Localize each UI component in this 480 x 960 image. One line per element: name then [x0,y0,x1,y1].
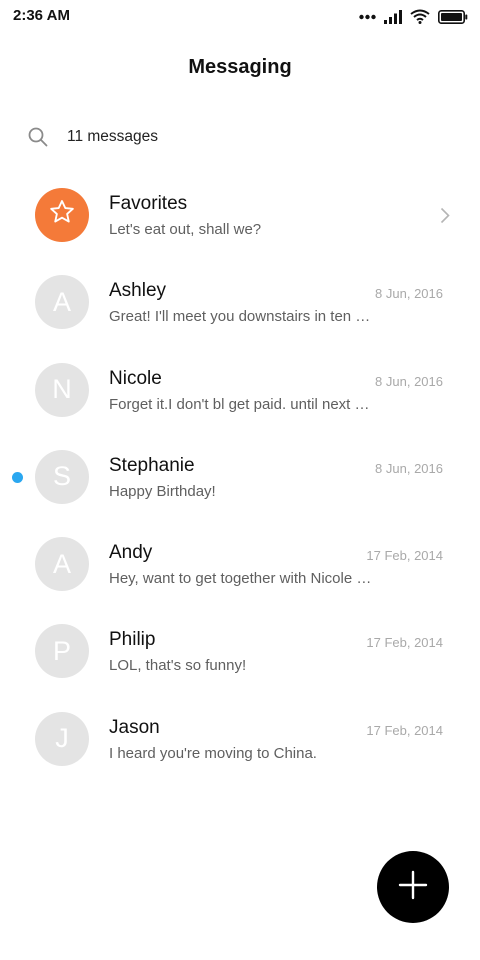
conversation-preview: Happy Birthday! [109,482,216,500]
conversation-ashley[interactable]: A Ashley 8 Jun, 2016 Great! I'll meet yo… [0,260,480,347]
conversation-philip[interactable]: P Philip 17 Feb, 2014 LOL, that's so fun… [0,609,480,696]
conversation-preview: Let's eat out, shall we? [109,221,262,238]
conversation-preview: Hey, want to get together with Nicole … [109,570,372,588]
plus-icon [398,870,428,905]
search-icon [28,127,48,147]
wifi-icon [410,9,430,24]
conversation-name: Stephanie [109,454,195,476]
conversation-favorites[interactable]: Favorites Let's eat out, shall we? [0,173,480,260]
conversation-preview: LOL, that's so funny! [109,657,247,675]
avatar: J [35,711,89,766]
conversation-date: 17 Feb, 2014 [366,548,443,564]
conversation-name: Philip [109,629,156,651]
conversation-date: 17 Feb, 2014 [366,635,443,651]
conversation-date: 8 Jun, 2016 [375,286,443,302]
conversation-nicole[interactable]: N Nicole 8 Jun, 2016 Forget it.I don't b… [0,348,480,435]
conversation-date: 8 Jun, 2016 [375,373,443,389]
conversation-andy[interactable]: A Andy 17 Feb, 2014 Hey, want to get tog… [0,522,480,609]
status-time: 2:36 AM [13,7,70,24]
favorites-avatar [35,188,89,242]
conversation-name: Nicole [109,367,162,389]
conversation-date: 8 Jun, 2016 [375,460,443,476]
status-icons [359,9,468,24]
avatar: A [35,275,89,330]
avatar: P [35,624,89,679]
avatar: N [35,362,89,417]
signal-bars-icon [384,9,402,24]
avatar: S [35,449,89,504]
chevron-right-icon [440,207,450,229]
status-bar: 2:36 AM [0,0,480,34]
conversation-list: Favorites Let's eat out, shall we? A Ash… [0,173,480,784]
conversation-name: Jason [109,716,160,738]
conversation-name: Ashley [109,280,167,302]
star-icon [48,198,76,233]
conversation-preview: Forget it.I don't bl get paid. until nex… [109,395,370,413]
message-count-label: 11 messages [67,128,159,145]
conversation-preview: I heard you're moving to China. [109,744,317,762]
avatar: A [35,537,89,592]
conversation-date: 17 Feb, 2014 [366,722,443,738]
search-bar[interactable]: 11 messages [28,127,158,147]
conversation-stephanie[interactable]: S Stephanie 8 Jun, 2016 Happy Birthday! [0,435,480,522]
conversation-jason[interactable]: J Jason 17 Feb, 2014 I heard you're movi… [0,697,480,784]
conversation-name: Favorites [109,193,188,214]
new-message-button[interactable] [377,851,449,923]
unread-indicator [12,471,23,483]
battery-icon [438,9,468,24]
conversation-name: Andy [109,542,153,564]
page-title: Messaging [188,56,292,78]
signal-dots-icon [359,14,376,20]
conversation-preview: Great! I'll meet you downstairs in ten … [109,308,371,326]
